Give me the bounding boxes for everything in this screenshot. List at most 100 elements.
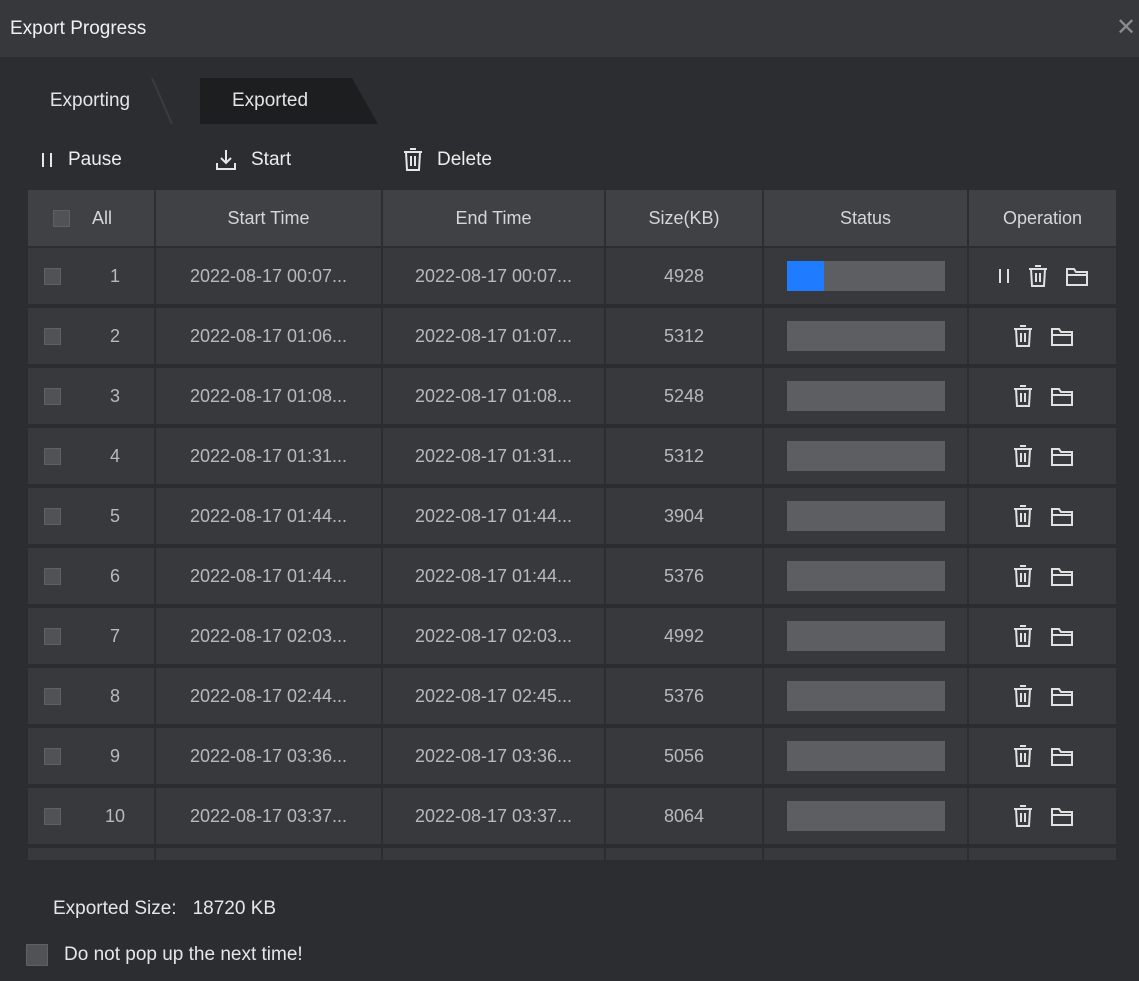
pause-icon[interactable] bbox=[998, 267, 1010, 285]
row-size: 8064 bbox=[606, 788, 764, 846]
folder-icon[interactable] bbox=[1050, 446, 1073, 466]
trash-icon bbox=[403, 148, 423, 172]
row-checkbox-cell bbox=[28, 428, 76, 486]
folder-icon[interactable] bbox=[1050, 626, 1073, 646]
row-status bbox=[764, 788, 969, 846]
row-number: 5 bbox=[76, 488, 156, 546]
row-size: 5312 bbox=[606, 428, 764, 486]
export-table: All Start Time End Time Size(KB) Status … bbox=[28, 190, 1118, 860]
row-status bbox=[764, 488, 969, 546]
delete-label: Delete bbox=[437, 149, 492, 170]
row-checkbox[interactable] bbox=[43, 267, 61, 285]
export-progress-dialog: Export Progress ✕ Exporting Exported Pau… bbox=[0, 0, 1139, 981]
table-row[interactable]: 8 2022-08-17 02:44... 2022-08-17 02:45... 5… bbox=[28, 668, 1118, 726]
row-end-time: 2022-08-17 03:38... bbox=[383, 848, 606, 860]
row-checkbox[interactable] bbox=[43, 387, 61, 405]
table-row[interactable]: 2 2022-08-17 01:06... 2022-08-17 01:07... 5… bbox=[28, 308, 1118, 366]
table-row[interactable]: 3 2022-08-17 01:08... 2022-08-17 01:08... 5… bbox=[28, 368, 1118, 426]
row-start-time: 2022-08-17 03:37... bbox=[156, 848, 383, 860]
row-number: 4 bbox=[76, 428, 156, 486]
trash-icon[interactable] bbox=[1013, 805, 1033, 827]
progress-bar bbox=[786, 561, 945, 591]
trash-icon[interactable] bbox=[1013, 745, 1033, 767]
row-status bbox=[764, 608, 969, 666]
row-size: 4992 bbox=[606, 608, 764, 666]
tab-exported[interactable]: Exported bbox=[200, 78, 392, 124]
folder-icon[interactable] bbox=[1050, 686, 1073, 706]
delete-button[interactable]: Delete bbox=[403, 138, 492, 182]
tab-exported-label: Exported bbox=[231, 90, 309, 111]
table-row[interactable]: 1 2022-08-17 00:07... 2022-08-17 00:07... 4… bbox=[28, 248, 1118, 306]
row-operations bbox=[969, 368, 1118, 426]
row-status bbox=[764, 428, 969, 486]
do-not-popup-option[interactable]: Do not pop up the next time! bbox=[26, 944, 303, 966]
header-status: Status bbox=[764, 190, 969, 246]
folder-icon[interactable] bbox=[1050, 386, 1073, 406]
row-checkbox[interactable] bbox=[43, 507, 61, 525]
trash-icon[interactable] bbox=[1013, 505, 1033, 527]
row-operations bbox=[969, 548, 1118, 606]
row-start-time: 2022-08-17 02:03... bbox=[156, 608, 383, 666]
folder-icon[interactable] bbox=[1050, 746, 1073, 766]
row-operations bbox=[969, 608, 1118, 666]
tab-exporting[interactable]: Exporting bbox=[20, 78, 190, 124]
header-start-time: Start Time bbox=[156, 190, 383, 246]
pause-button[interactable]: Pause bbox=[40, 138, 122, 182]
header-all: All bbox=[76, 190, 156, 246]
folder-icon[interactable] bbox=[1050, 566, 1073, 586]
select-all-checkbox[interactable] bbox=[53, 209, 70, 227]
progress-bar bbox=[786, 681, 945, 711]
trash-icon[interactable] bbox=[1013, 685, 1033, 707]
row-checkbox[interactable] bbox=[43, 807, 61, 825]
row-checkbox-cell bbox=[28, 548, 76, 606]
start-button[interactable]: Start bbox=[215, 138, 291, 182]
row-start-time: 2022-08-17 00:07... bbox=[156, 248, 383, 306]
row-end-time: 2022-08-17 03:36... bbox=[383, 728, 606, 786]
row-checkbox-cell bbox=[28, 728, 76, 786]
do-not-popup-checkbox[interactable] bbox=[26, 944, 48, 966]
trash-icon[interactable] bbox=[1013, 325, 1033, 347]
row-size: 5056 bbox=[606, 728, 764, 786]
progress-bar bbox=[786, 261, 945, 291]
table-row[interactable]: 10 2022-08-17 03:37... 2022-08-17 03:37...… bbox=[28, 788, 1118, 846]
row-operations bbox=[969, 668, 1118, 726]
exported-size: Exported Size: 18720 KB bbox=[53, 898, 276, 920]
progress-bar bbox=[786, 441, 945, 471]
row-number: 1 bbox=[76, 248, 156, 306]
row-checkbox-cell bbox=[28, 848, 76, 860]
folder-icon[interactable] bbox=[1050, 506, 1073, 526]
row-start-time: 2022-08-17 01:06... bbox=[156, 308, 383, 366]
row-start-time: 2022-08-17 01:44... bbox=[156, 548, 383, 606]
row-status bbox=[764, 308, 969, 366]
row-start-time: 2022-08-17 03:37... bbox=[156, 788, 383, 846]
folder-icon[interactable] bbox=[1065, 266, 1088, 286]
trash-icon[interactable] bbox=[1013, 565, 1033, 587]
row-checkbox[interactable] bbox=[43, 627, 61, 645]
progress-bar bbox=[786, 501, 945, 531]
progress-bar bbox=[786, 621, 945, 651]
row-checkbox-cell bbox=[28, 308, 76, 366]
row-size: 5376 bbox=[606, 668, 764, 726]
trash-icon[interactable] bbox=[1013, 625, 1033, 647]
row-number: 8 bbox=[76, 668, 156, 726]
row-checkbox[interactable] bbox=[43, 327, 61, 345]
table-row[interactable]: 6 2022-08-17 01:44... 2022-08-17 01:44... 5… bbox=[28, 548, 1118, 606]
row-checkbox[interactable] bbox=[43, 567, 61, 585]
trash-icon[interactable] bbox=[1013, 445, 1033, 467]
row-start-time: 2022-08-17 01:31... bbox=[156, 428, 383, 486]
folder-icon[interactable] bbox=[1050, 806, 1073, 826]
folder-icon[interactable] bbox=[1050, 326, 1073, 346]
row-checkbox[interactable] bbox=[43, 447, 61, 465]
close-icon[interactable]: ✕ bbox=[1115, 16, 1137, 40]
row-checkbox[interactable] bbox=[43, 687, 61, 705]
table-row[interactable]: 112022-08-17 03:37...2022-08-17 03:38...… bbox=[28, 848, 1118, 860]
table-row[interactable]: 5 2022-08-17 01:44... 2022-08-17 01:44... 3… bbox=[28, 488, 1118, 546]
table-row[interactable]: 4 2022-08-17 01:31... 2022-08-17 01:31... 5… bbox=[28, 428, 1118, 486]
progress-bar bbox=[786, 801, 945, 831]
trash-icon[interactable] bbox=[1013, 385, 1033, 407]
table-row[interactable]: 7 2022-08-17 02:03... 2022-08-17 02:03... 4… bbox=[28, 608, 1118, 666]
header-end-time: End Time bbox=[383, 190, 606, 246]
row-checkbox[interactable] bbox=[43, 747, 61, 765]
table-row[interactable]: 9 2022-08-17 03:36... 2022-08-17 03:36... 5… bbox=[28, 728, 1118, 786]
trash-icon[interactable] bbox=[1028, 265, 1048, 287]
